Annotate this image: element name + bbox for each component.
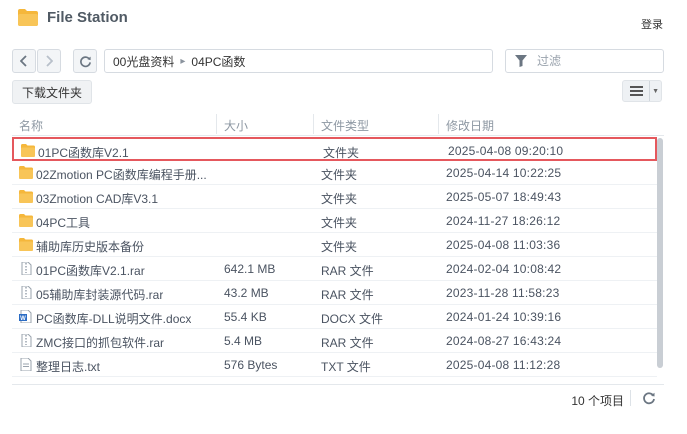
file-size: 642.1 MB — [224, 262, 276, 276]
file-modified: 2025-04-08 09:20:10 — [448, 144, 564, 158]
forward-button[interactable] — [37, 49, 61, 73]
file-name: 04PC工具 — [36, 216, 91, 230]
column-divider[interactable] — [313, 114, 314, 134]
file-type: TXT 文件 — [321, 360, 371, 374]
login-link[interactable]: 登录 — [641, 16, 663, 32]
view-mode-switch[interactable]: ▼ — [622, 80, 662, 102]
create-folder-button[interactable]: 下载文件夹 — [12, 80, 92, 104]
folder-icon — [19, 190, 33, 203]
file-type: 文件夹 — [321, 192, 358, 206]
list-view-button[interactable] — [623, 86, 649, 96]
word-doc-icon: W — [19, 310, 32, 323]
folder-icon — [19, 214, 33, 227]
file-name: 02Zmotion PC函数库编程手册... — [36, 168, 207, 182]
chevron-left-icon — [20, 55, 27, 67]
file-type: 文件夹 — [323, 146, 360, 160]
column-divider[interactable] — [216, 114, 217, 134]
archive-icon — [21, 334, 32, 347]
file-modified: 2025-04-14 10:22:25 — [446, 166, 562, 180]
file-type: 文件夹 — [321, 240, 358, 254]
back-button[interactable] — [12, 49, 36, 73]
file-modified: 2024-08-27 16:43:24 — [446, 334, 562, 348]
folder-icon — [21, 144, 35, 157]
file-table: 名称 大小 文件类型 修改日期 01PC函数库V2.1 文件夹 2025-04-… — [12, 112, 664, 377]
column-header-size[interactable]: 大小 — [224, 117, 248, 134]
file-type: 文件夹 — [321, 168, 358, 182]
breadcrumb-separator-icon: ▸ — [180, 55, 186, 67]
archive-icon — [21, 286, 32, 299]
file-modified: 2025-05-07 18:49:43 — [446, 190, 562, 204]
column-header-modified[interactable]: 修改日期 — [446, 117, 494, 134]
folder-icon — [19, 238, 33, 251]
table-row[interactable]: ZMC接口的抓包软件.rar 5.4 MB RAR 文件 2024-08-27 … — [12, 329, 657, 353]
title-bar: File Station 登录 — [0, 0, 687, 38]
column-divider[interactable] — [438, 114, 439, 134]
breadcrumb-item[interactable]: 00光盘资料 — [113, 53, 174, 70]
text-file-icon — [20, 358, 32, 371]
file-modified: 2023-11-28 11:58:23 — [446, 286, 560, 300]
file-size: 5.4 MB — [224, 334, 263, 348]
file-size: 55.4 KB — [224, 310, 267, 324]
folder-icon — [18, 9, 38, 26]
table-row[interactable]: 整理日志.txt 576 Bytes TXT 文件 2025-04-08 11:… — [12, 353, 657, 377]
file-name: ZMC接口的抓包软件.rar — [36, 336, 164, 350]
refresh-button[interactable] — [73, 49, 97, 73]
breadcrumb-item[interactable]: 04PC函数 — [191, 53, 245, 70]
file-modified: 2025-04-08 11:12:28 — [446, 358, 561, 372]
file-name: PC函数库-DLL说明文件.docx — [36, 312, 192, 326]
filter-box[interactable] — [505, 49, 664, 73]
file-type: RAR 文件 — [321, 264, 374, 278]
file-name: 01PC函数库V2.1 — [38, 146, 129, 160]
scrollbar[interactable] — [657, 138, 663, 368]
table-row[interactable]: 辅助库历史版本备份 文件夹 2025-04-08 11:03:36 — [12, 233, 657, 257]
table-row[interactable]: W PC函数库-DLL说明文件.docx 55.4 KB DOCX 文件 202… — [12, 305, 657, 329]
filter-input[interactable] — [537, 54, 647, 68]
svg-text:W: W — [20, 316, 26, 322]
file-name: 辅助库历史版本备份 — [36, 240, 145, 254]
refresh-icon — [79, 55, 91, 67]
chevron-down-icon[interactable]: ▼ — [649, 81, 661, 101]
file-modified: 2024-01-24 10:39:16 — [446, 310, 562, 324]
chevron-right-icon — [46, 55, 53, 67]
table-row[interactable]: 05辅助库封装源代码.rar 43.2 MB RAR 文件 2023-11-28… — [12, 281, 657, 305]
refresh-icon[interactable] — [642, 391, 656, 405]
file-modified: 2025-04-08 11:03:36 — [446, 238, 561, 252]
file-name: 整理日志.txt — [36, 360, 101, 374]
toolbar: 00光盘资料 ▸ 04PC函数 — [12, 49, 664, 75]
app-title: File Station — [47, 9, 128, 26]
table-row[interactable]: 02Zmotion PC函数库编程手册... 文件夹 2025-04-14 10… — [12, 161, 657, 185]
file-type: RAR 文件 — [321, 288, 374, 302]
table-row[interactable]: 01PC函数库V2.1 文件夹 2025-04-08 09:20:10 — [12, 137, 657, 161]
table-header: 名称 大小 文件类型 修改日期 — [12, 112, 664, 136]
file-type: DOCX 文件 — [321, 312, 384, 326]
filter-icon — [515, 55, 527, 67]
table-row[interactable]: 04PC工具 文件夹 2024-11-27 18:26:12 — [12, 209, 657, 233]
column-header-name[interactable]: 名称 — [19, 117, 43, 134]
archive-icon — [21, 262, 32, 275]
status-bar: 10 个项目 — [12, 384, 664, 412]
file-name: 01PC函数库V2.1.rar — [36, 264, 145, 278]
file-size: 576 Bytes — [224, 358, 278, 372]
divider — [630, 390, 631, 406]
file-type: RAR 文件 — [321, 336, 374, 350]
file-name: 05辅助库封装源代码.rar — [36, 288, 164, 302]
column-header-type[interactable]: 文件类型 — [321, 117, 369, 134]
file-type: 文件夹 — [321, 216, 358, 230]
file-modified: 2024-11-27 18:26:12 — [446, 214, 561, 228]
item-count: 10 个项目 — [571, 394, 624, 408]
breadcrumb: 00光盘资料 ▸ 04PC函数 — [104, 49, 493, 73]
file-modified: 2024-02-04 10:08:42 — [446, 262, 562, 276]
file-name: 03Zmotion CAD库V3.1 — [36, 192, 159, 206]
table-row[interactable]: 03Zmotion CAD库V3.1 文件夹 2025-05-07 18:49:… — [12, 185, 657, 209]
file-size: 43.2 MB — [224, 286, 269, 300]
list-view-icon — [629, 86, 643, 96]
folder-icon — [19, 166, 33, 179]
table-row[interactable]: 01PC函数库V2.1.rar 642.1 MB RAR 文件 2024-02-… — [12, 257, 657, 281]
